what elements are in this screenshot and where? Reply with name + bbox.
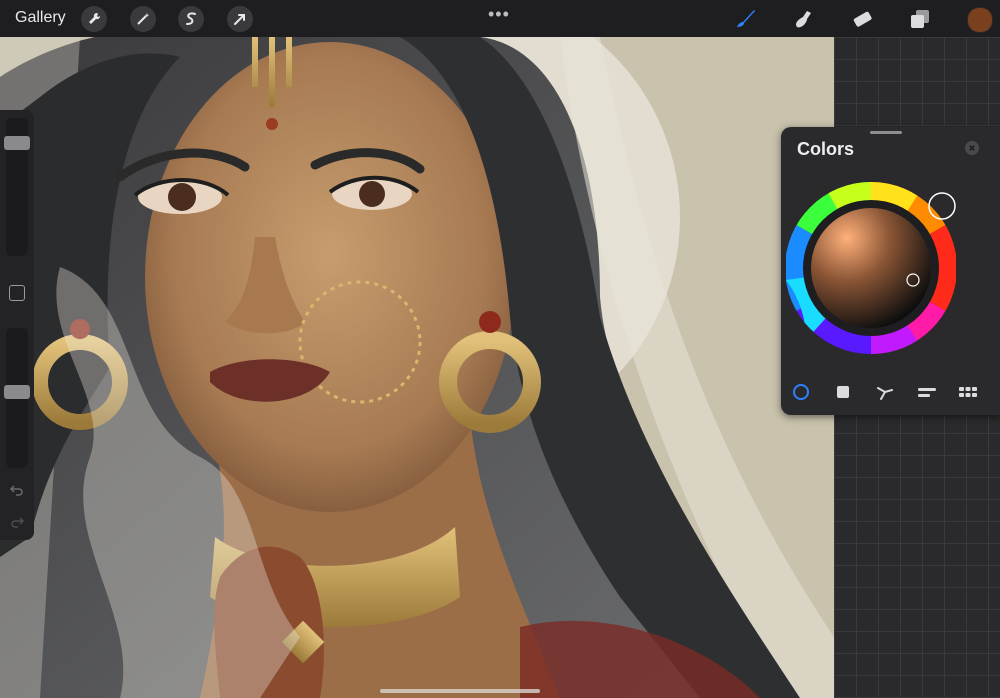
smudge-tool-button[interactable] bbox=[789, 5, 817, 33]
home-indicator[interactable] bbox=[380, 689, 540, 693]
opacity-slider[interactable] bbox=[4, 328, 30, 468]
adjustments-button[interactable] bbox=[130, 6, 156, 32]
classic-square-icon bbox=[837, 386, 849, 398]
left-sidebar bbox=[0, 110, 34, 540]
eraser-icon bbox=[853, 11, 872, 27]
palettes-mode-tab[interactable] bbox=[958, 382, 978, 402]
smudge-icon bbox=[796, 11, 811, 28]
modify-button[interactable] bbox=[9, 285, 25, 301]
brush-icon bbox=[737, 10, 755, 27]
actions-button[interactable] bbox=[81, 6, 107, 32]
color-disc[interactable] bbox=[786, 170, 956, 370]
artwork-canvas[interactable] bbox=[0, 37, 834, 698]
wrench-icon bbox=[89, 12, 101, 24]
palettes-grid-icon bbox=[959, 387, 977, 397]
top-toolbar: Gallery ••• bbox=[0, 0, 1000, 37]
brush-tool-button[interactable] bbox=[731, 5, 759, 33]
value-mode-tab[interactable] bbox=[917, 382, 937, 402]
disc-icon bbox=[793, 384, 809, 400]
portrait-artwork bbox=[0, 37, 834, 698]
current-color-swatch[interactable] bbox=[967, 7, 993, 33]
opacity-slider-thumb[interactable] bbox=[4, 385, 30, 399]
close-icon bbox=[969, 145, 975, 151]
layers-button[interactable] bbox=[906, 5, 934, 33]
magic-wand-icon bbox=[137, 13, 150, 25]
more-options-icon[interactable]: ••• bbox=[488, 4, 510, 25]
close-panel-button[interactable] bbox=[965, 141, 979, 155]
value-sliders-icon bbox=[918, 388, 936, 397]
colors-panel-title: Colors bbox=[797, 139, 855, 159]
undo-icon[interactable] bbox=[9, 482, 25, 498]
disc-mode-tab[interactable] bbox=[791, 382, 811, 402]
saturation-brightness-disc[interactable] bbox=[811, 208, 931, 328]
harmony-mode-tab[interactable] bbox=[875, 382, 895, 402]
colors-panel: Colors bbox=[781, 127, 1000, 415]
classic-mode-tab[interactable] bbox=[833, 382, 853, 402]
eraser-tool-button[interactable] bbox=[848, 5, 876, 33]
layers-icon bbox=[911, 10, 929, 28]
harmony-icon bbox=[877, 387, 893, 400]
selection-icon bbox=[186, 12, 196, 25]
redo-icon[interactable] bbox=[9, 514, 25, 530]
transform-button[interactable] bbox=[227, 6, 253, 32]
panel-drag-handle[interactable] bbox=[870, 131, 902, 134]
selection-button[interactable] bbox=[178, 6, 204, 32]
gallery-button[interactable]: Gallery bbox=[15, 9, 66, 27]
brush-size-slider-thumb[interactable] bbox=[4, 136, 30, 150]
hue-selector[interactable] bbox=[928, 192, 956, 220]
transform-arrow-icon bbox=[234, 14, 245, 25]
brush-size-slider[interactable] bbox=[4, 118, 30, 256]
